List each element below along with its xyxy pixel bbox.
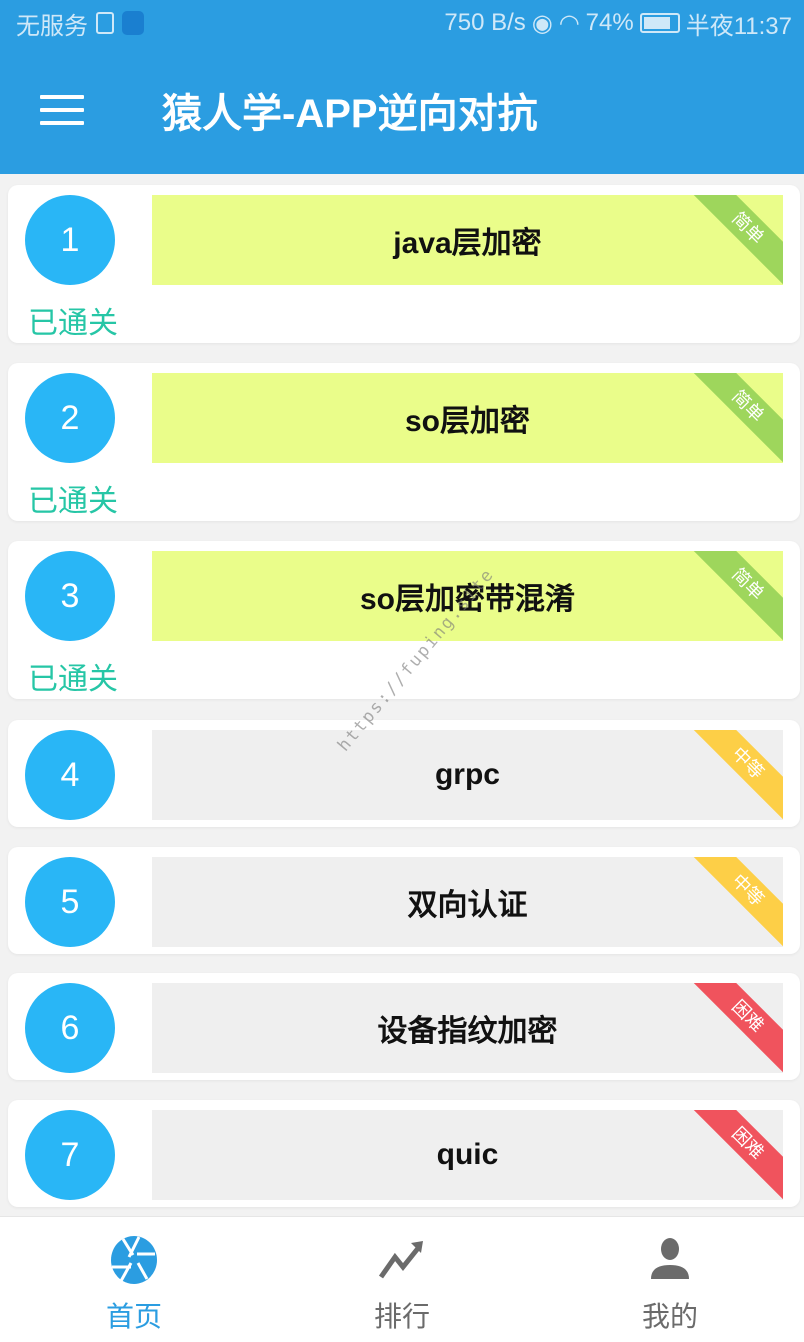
challenge-number: 3	[25, 551, 115, 641]
challenge-banner[interactable]: grpc 中等	[152, 730, 783, 820]
challenge-number: 1	[25, 195, 115, 285]
challenge-number: 6	[25, 983, 115, 1073]
difficulty-ribbon: 中等	[684, 730, 783, 820]
status-passed: 已通关	[28, 307, 118, 340]
challenge-title: so层加密带混淆	[359, 583, 575, 616]
difficulty-ribbon: 困难	[684, 983, 783, 1073]
eye-icon: ◉	[531, 9, 553, 37]
challenge-title: java层加密	[393, 227, 542, 260]
network-speed: 750 B/s	[444, 9, 526, 36]
challenge-card[interactable]: 7 quic 困难	[8, 1100, 800, 1207]
trending-up-icon	[378, 1241, 423, 1279]
battery-icon	[639, 13, 680, 33]
difficulty-ribbon: 中等	[684, 857, 783, 947]
status-passed: 已通关	[28, 663, 118, 696]
challenge-title: 设备指纹加密	[377, 1015, 558, 1048]
clock: 半夜11:37	[685, 12, 792, 40]
tab-ranking-label: 排行	[373, 1301, 430, 1332]
tab-home[interactable]: 首页	[0, 1217, 268, 1342]
challenge-title: so层加密	[404, 405, 530, 438]
carrier-text: 无服务	[16, 12, 88, 40]
battery-percent: 74%	[585, 9, 634, 36]
challenge-card[interactable]: 5 双向认证 中等	[8, 847, 800, 954]
tab-profile[interactable]: 我的	[536, 1217, 804, 1342]
challenge-title: 双向认证	[407, 889, 528, 922]
challenge-number: 5	[25, 857, 115, 947]
wifi-icon: ◠	[558, 9, 580, 37]
menu-icon[interactable]	[40, 95, 84, 125]
challenge-number: 4	[25, 730, 115, 820]
challenge-title: quic	[436, 1138, 499, 1171]
page-title: 猿人学-APP逆向对抗	[162, 92, 538, 136]
challenge-card[interactable]: 4 grpc 中等	[8, 720, 800, 827]
difficulty-ribbon: 困难	[684, 1110, 783, 1200]
challenge-banner[interactable]: so层加密 简单	[152, 373, 783, 463]
challenge-banner[interactable]: quic 困难	[152, 1110, 783, 1200]
sim-icon	[96, 12, 114, 34]
shield-icon	[122, 11, 144, 35]
status-bar: 无服务 750 B/s ◉ ◠ 74% 半夜11:37	[0, 0, 804, 46]
challenge-number: 7	[25, 1110, 115, 1200]
difficulty-ribbon: 简单	[684, 551, 783, 641]
challenge-banner[interactable]: 双向认证 中等	[152, 857, 783, 947]
challenge-card[interactable]: 2 已通关 so层加密 简单	[8, 363, 800, 521]
app-bar: 猿人学-APP逆向对抗	[0, 46, 804, 174]
tab-ranking[interactable]: 排行	[268, 1217, 536, 1342]
challenge-title: grpc	[434, 758, 500, 791]
difficulty-ribbon: 简单	[684, 373, 783, 463]
challenge-card[interactable]: 3 已通关 so层加密带混淆 简单	[8, 541, 800, 699]
tab-profile-label: 我的	[641, 1301, 698, 1332]
challenge-number: 2	[25, 373, 115, 463]
bottom-nav: 首页 排行 我的	[0, 1216, 804, 1342]
tab-home-label: 首页	[105, 1301, 162, 1332]
challenge-card[interactable]: 1 已通关 java层加密 简单	[8, 185, 800, 343]
aperture-icon	[111, 1236, 157, 1284]
challenge-card[interactable]: 6 设备指纹加密 困难	[8, 973, 800, 1080]
challenge-banner[interactable]: so层加密带混淆 简单	[152, 551, 783, 641]
difficulty-ribbon: 简单	[684, 195, 783, 285]
challenge-banner[interactable]: java层加密 简单	[152, 195, 783, 285]
person-icon	[651, 1238, 689, 1279]
challenge-banner[interactable]: 设备指纹加密 困难	[152, 983, 783, 1073]
status-passed: 已通关	[28, 485, 118, 518]
